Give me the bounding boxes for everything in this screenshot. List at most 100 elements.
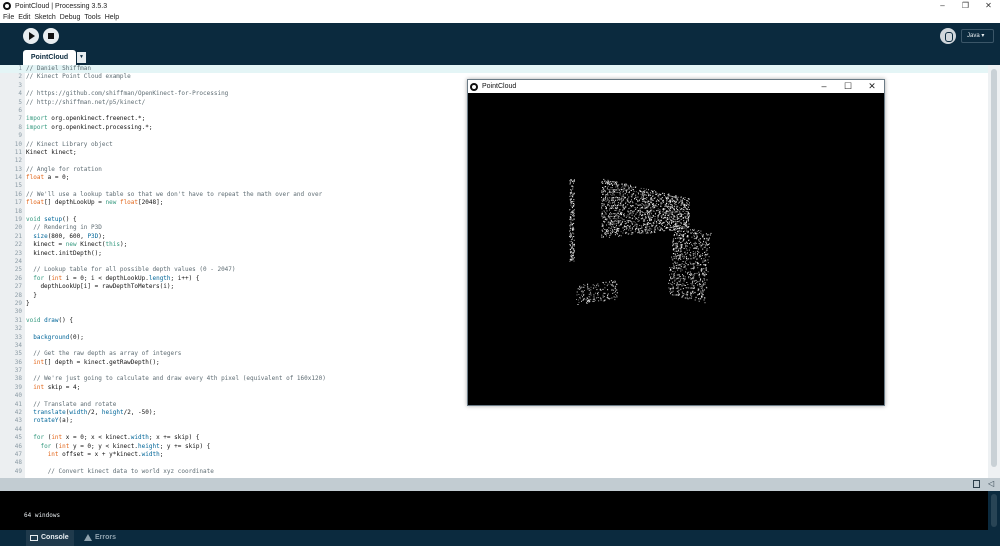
code-line[interactable]: 42 translate(width/2, height/2, -50); [0, 409, 988, 417]
code-line[interactable]: 47 int offset = x + y*kinect.width; [0, 451, 988, 459]
errors-tab-label: Errors [95, 534, 117, 541]
maximize-button[interactable]: ❐ [954, 0, 977, 12]
code-text: // Daniel Shiffman [26, 65, 92, 72]
code-line[interactable]: 45 for (int x = 0; x < kinect.width; x +… [0, 434, 988, 442]
code-line[interactable]: 43 rotateY(a); [0, 417, 988, 425]
code-text: // Kinect Library object [26, 140, 113, 148]
sketch-minimize-button[interactable]: – [812, 80, 836, 93]
run-button[interactable] [23, 28, 39, 44]
copy-icon[interactable] [973, 480, 980, 488]
sketch-titlebar: PointCloud – ☐ ✕ [468, 80, 884, 93]
play-icon [29, 32, 35, 40]
line-number: 46 [14, 442, 22, 450]
code-text: // Lookup table for all possible depth v… [33, 266, 236, 274]
line-number: 17 [14, 199, 22, 207]
tab-pointcloud[interactable]: PointCloud [23, 50, 76, 65]
debugger-toggle-button[interactable] [940, 28, 956, 44]
processing-logo-icon [470, 82, 478, 91]
console-scrollbar[interactable] [988, 491, 1000, 530]
code-text: translate(width/2, height/2, -50); [33, 409, 157, 417]
line-number: 30 [14, 308, 22, 316]
code-line[interactable]: 1 // Daniel Shiffman [0, 65, 988, 74]
code-text: kinect.initDepth(); [26, 249, 102, 257]
line-number: 41 [14, 400, 22, 408]
point-cloud-canvas [468, 93, 884, 405]
code-text: background(0); [33, 333, 84, 341]
code-text: } [26, 299, 30, 307]
line-number: 10 [14, 140, 22, 148]
code-text: float a = 0; [26, 174, 70, 182]
console-panel: 64 windows [0, 491, 988, 530]
minimize-button[interactable]: – [931, 0, 954, 12]
line-number: 26 [14, 274, 22, 282]
line-number: 20 [14, 224, 22, 232]
warning-icon [84, 534, 92, 541]
code-text: int skip = 4; [33, 383, 81, 391]
line-number: 4 [18, 90, 22, 98]
errors-tab[interactable]: Errors [80, 530, 124, 546]
code-text: // Convert kinect data to world xyz coor… [47, 467, 214, 475]
stop-button[interactable] [43, 28, 59, 44]
line-number: 49 [14, 467, 22, 475]
code-text: float[] depthLookUp = new float[2048]; [26, 199, 164, 207]
code-text: import org.openkinect.freenect.*; [26, 115, 146, 123]
console-tab-label: Console [41, 534, 69, 541]
code-text: int[] depth = kinect.getRawDepth(); [33, 358, 160, 366]
code-text: // We'll use a lookup table so that we d… [26, 190, 323, 198]
window-titlebar: PointCloud | Processing 3.5.3 – ❐ ✕ [0, 0, 1000, 12]
code-text: // http://shiffman.net/p5/kinect/ [26, 98, 146, 106]
menu-debug[interactable]: Debug [60, 14, 81, 21]
menu-file[interactable]: File [3, 14, 14, 21]
line-number: 39 [14, 383, 22, 391]
line-number: 45 [14, 434, 22, 442]
menu-edit[interactable]: Edit [18, 14, 30, 21]
window-title: PointCloud | Processing 3.5.3 [15, 2, 108, 10]
line-number: 36 [14, 358, 22, 366]
tab-menu-button[interactable]: ▼ [77, 52, 86, 63]
stop-icon [48, 33, 54, 39]
menu-sketch[interactable]: Sketch [34, 14, 55, 21]
line-number: 42 [14, 409, 22, 417]
line-number: 33 [14, 333, 22, 341]
code-line[interactable]: 44 [0, 426, 988, 434]
line-number: 7 [18, 115, 22, 123]
code-text: import org.openkinect.processing.*; [26, 123, 153, 131]
line-number: 44 [14, 425, 22, 433]
code-text: for (int x = 0; x < kinect.width; x += s… [33, 434, 200, 442]
code-text: Kinect kinect; [26, 148, 77, 156]
code-text: for (int y = 0; y < kinect.height; y += … [40, 442, 211, 450]
scrollbar-thumb[interactable] [991, 69, 997, 467]
mode-selector[interactable]: Java ▾ [961, 29, 994, 43]
line-number: 11 [14, 148, 22, 156]
code-line[interactable]: 46 for (int y = 0; y < kinect.height; y … [0, 443, 988, 451]
code-text: size(800, 600, P3D); [33, 232, 106, 240]
code-text: kinect = new Kinect(this); [26, 241, 128, 249]
line-number: 9 [18, 132, 22, 140]
sketch-title: PointCloud [482, 83, 517, 90]
line-number: 34 [14, 341, 22, 349]
menu-help[interactable]: Help [105, 14, 119, 21]
sketch-output-window[interactable]: PointCloud – ☐ ✕ [467, 79, 885, 406]
line-number: 12 [14, 157, 22, 165]
editor-scrollbar[interactable] [988, 65, 1000, 478]
line-number: 47 [14, 450, 22, 458]
collapse-console-icon[interactable]: ◁ [988, 479, 994, 488]
code-text: // Kinect Point Cloud example [26, 73, 131, 81]
console-tab[interactable]: Console [26, 530, 74, 546]
sketch-maximize-button[interactable]: ☐ [836, 80, 860, 93]
code-text: depthLookUp[i] = rawDepthToMeters(i); [26, 283, 175, 291]
code-line[interactable]: 49 // Convert kinect data to world xyz c… [0, 468, 988, 476]
line-number: 38 [14, 375, 22, 383]
menu-tools[interactable]: Tools [84, 14, 100, 21]
sketch-window-controls: – ☐ ✕ [812, 80, 884, 93]
sketch-close-button[interactable]: ✕ [860, 80, 884, 93]
code-text: // https://github.com/shiffman/OpenKinec… [26, 90, 229, 98]
line-number: 8 [18, 123, 22, 131]
close-button[interactable]: ✕ [977, 0, 1000, 12]
scrollbar-thumb[interactable] [991, 494, 997, 527]
code-line[interactable]: 48 [0, 459, 988, 467]
window-controls: – ❐ ✕ [931, 0, 1000, 12]
line-number: 27 [14, 283, 22, 291]
line-number: 18 [14, 207, 22, 215]
toolbar: Java ▾ [0, 23, 1000, 48]
